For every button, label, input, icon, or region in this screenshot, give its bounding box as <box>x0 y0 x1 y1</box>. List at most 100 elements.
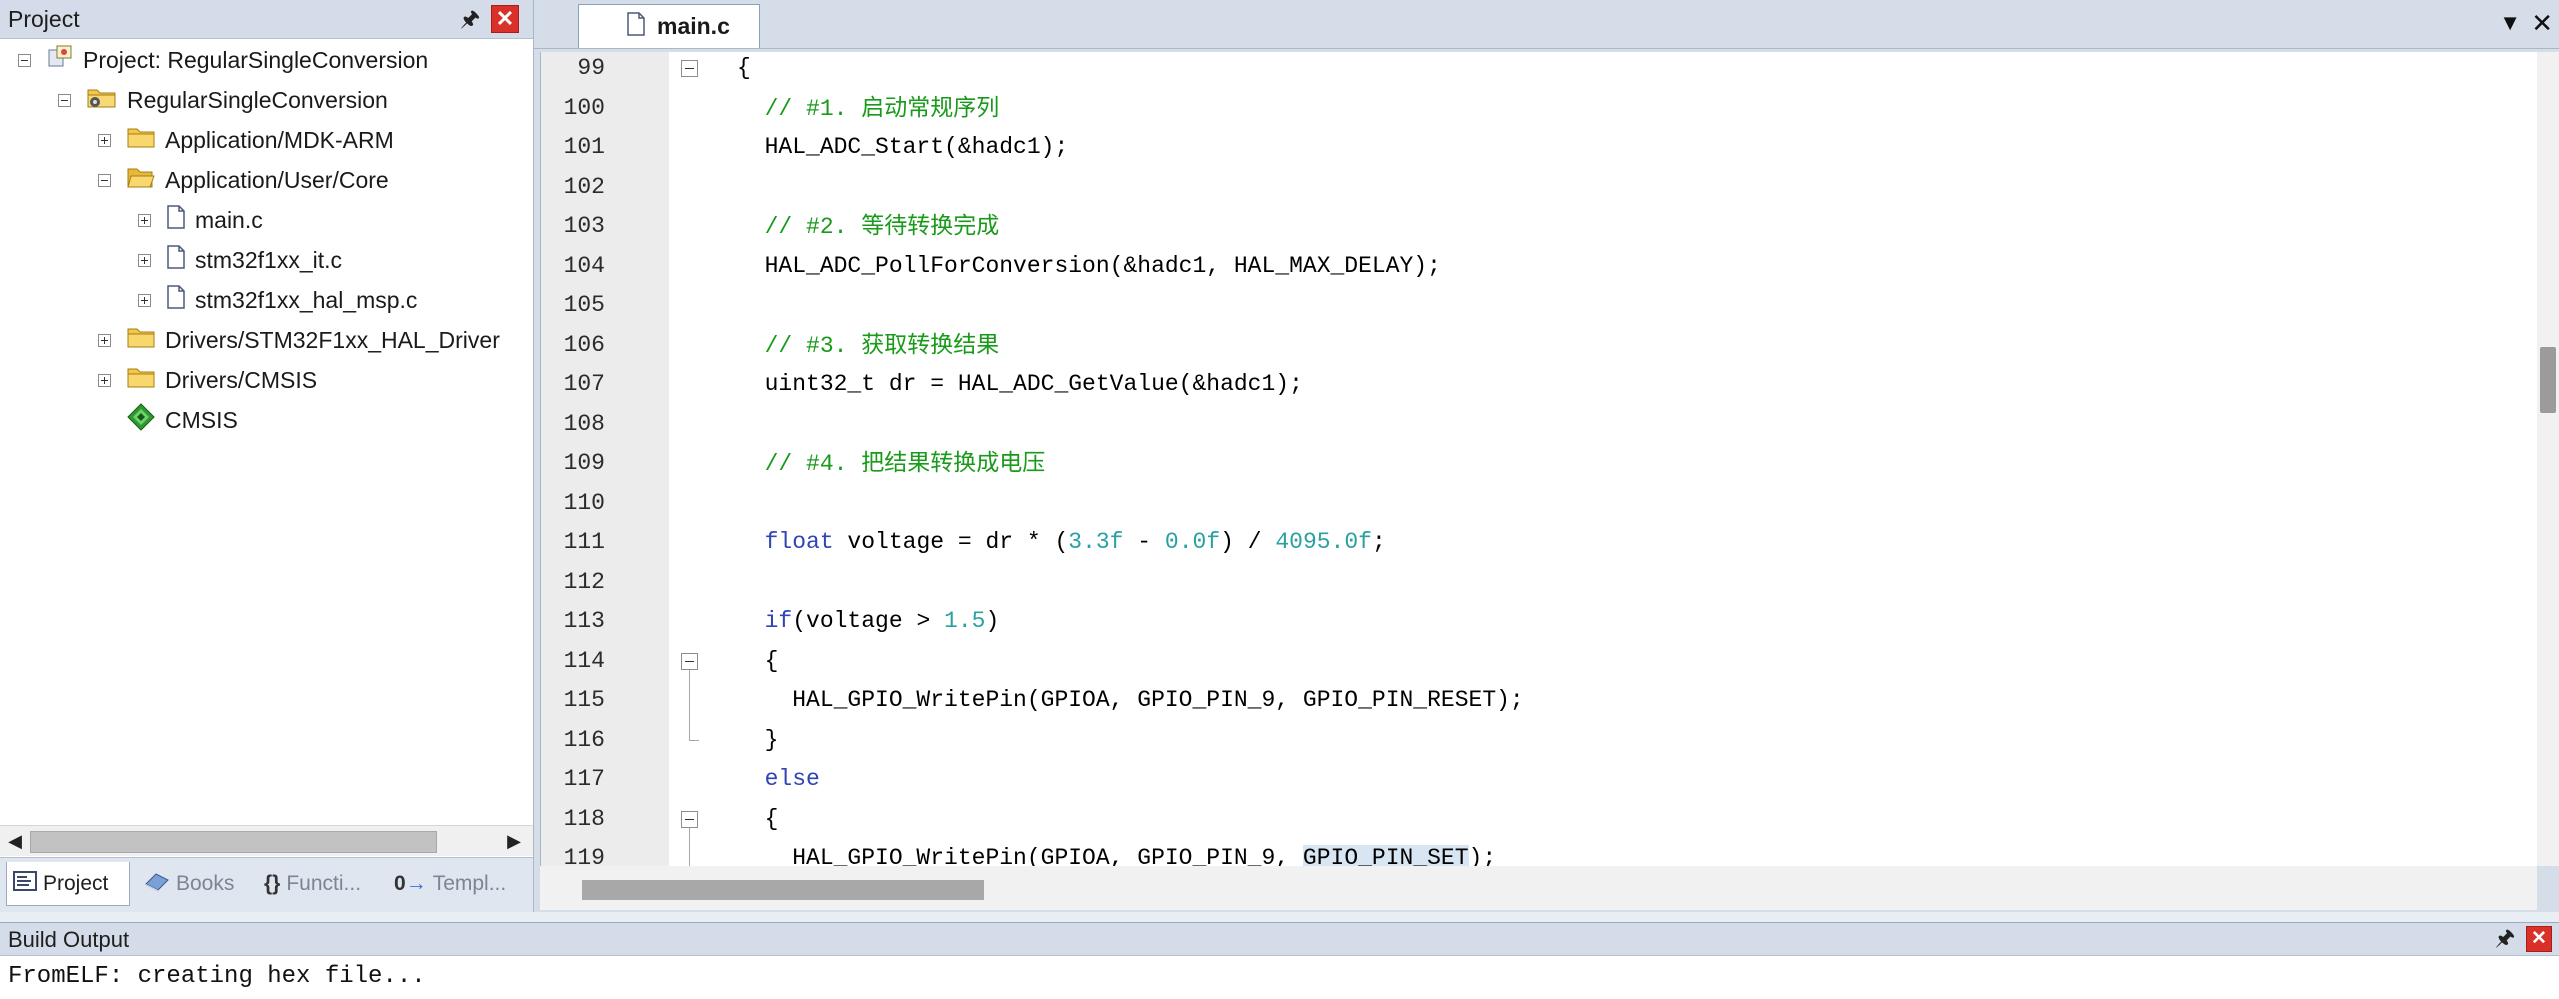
line-number: 116 <box>563 726 605 753</box>
file-icon <box>627 12 645 41</box>
close-icon[interactable]: ✕ <box>2526 926 2552 952</box>
code-line[interactable]: 113 if(voltage > 1.5) <box>541 605 2559 637</box>
code-line[interactable]: 108 <box>541 408 2559 440</box>
code-line[interactable]: 109 // #4. 把结果转换成电压 <box>541 447 2559 479</box>
code-line[interactable]: 115 HAL_GPIO_WritePin(GPIOA, GPIO_PIN_9,… <box>541 684 2559 716</box>
code-line[interactable]: 107 uint32_t dr = HAL_ADC_GetValue(&hadc… <box>541 368 2559 400</box>
code-line[interactable]: 99 { <box>541 52 2559 84</box>
line-number: 102 <box>563 173 605 200</box>
expand-icon[interactable] <box>98 333 111 347</box>
tree-item[interactable]: Application/MDK-ARM <box>98 120 394 160</box>
code-line[interactable]: 111 float voltage = dr * (3.3f - 0.0f) /… <box>541 526 2559 558</box>
file-icon <box>167 245 185 275</box>
line-number: 103 <box>563 213 605 239</box>
code-text: // #1. 启动常规序列 <box>737 94 1000 122</box>
project-horizontal-scrollbar[interactable]: ◀ ▶ <box>0 825 533 856</box>
editor-vertical-scrollbar[interactable] <box>2537 52 2559 866</box>
scrollbar-thumb[interactable] <box>30 831 437 853</box>
scrollbar-thumb[interactable] <box>2540 347 2556 413</box>
tree-item[interactable]: CMSIS <box>98 400 238 440</box>
fold-collapse-icon[interactable] <box>681 60 698 77</box>
line-number: 115 <box>563 687 605 713</box>
expand-icon[interactable] <box>138 213 151 227</box>
tree-item[interactable]: Drivers/CMSIS <box>98 360 317 400</box>
scrollbar-thumb[interactable] <box>582 880 984 900</box>
collapse-icon[interactable] <box>58 93 71 107</box>
tree-item-label: stm32f1xx_hal_msp.c <box>195 286 418 313</box>
code-text: { <box>737 647 779 674</box>
collapse-icon[interactable] <box>18 53 31 67</box>
tree-item[interactable]: main.c <box>138 200 263 240</box>
project-panel-title: Project <box>8 6 80 32</box>
expand-icon[interactable] <box>98 133 111 147</box>
build-output-title: Build Output <box>8 927 130 952</box>
folder-icon <box>127 366 155 394</box>
pin-icon[interactable]: 🖈︎ <box>459 6 481 32</box>
fold-collapse-icon[interactable] <box>681 810 698 828</box>
books-icon <box>144 870 170 898</box>
tab-templates[interactable]: 0→ Templ... <box>388 862 518 906</box>
fold-collapse-icon[interactable] <box>681 652 698 670</box>
code-line[interactable]: 110 <box>541 487 2559 519</box>
code-text: if(voltage > 1.5) <box>764 608 1000 634</box>
code-line[interactable]: 117 else <box>541 763 2559 795</box>
code-line[interactable]: 101 HAL_ADC_Start(&hadc1); <box>541 131 2559 163</box>
code-line[interactable]: 100 // #1. 启动常规序列 <box>541 92 2559 124</box>
tree-item[interactable]: stm32f1xx_hal_msp.c <box>138 280 417 320</box>
tree-item[interactable]: Drivers/STM32F1xx_HAL_Driver <box>98 320 500 360</box>
code-text: HAL_GPIO_WritePin(GPIOA, GPIO_PIN_9, GPI… <box>737 842 1496 866</box>
file-icon <box>167 285 185 315</box>
project-tree: Project: RegularSingleConversion RegularS… <box>0 40 533 823</box>
pin-icon[interactable]: 🖈︎ <box>2494 925 2516 951</box>
tab-functions[interactable]: {} Functi... <box>258 862 384 906</box>
tab-label: Books <box>176 872 235 895</box>
project-icon <box>47 44 73 76</box>
tab-project[interactable]: Project <box>6 862 130 906</box>
expand-icon[interactable] <box>98 373 111 387</box>
functions-icon: {} <box>264 872 281 895</box>
tree-item[interactable]: stm32f1xx_it.c <box>138 240 342 280</box>
editor-area: main.c ▼ ✕ 99 { 100 // #1. 启动常规序列 101 HAL_A… <box>534 0 2559 912</box>
close-icon[interactable]: ✕ <box>2531 8 2553 39</box>
code-line[interactable]: 119 HAL_GPIO_WritePin(GPIOA, GPIO_PIN_9,… <box>541 842 2559 866</box>
code-line[interactable]: 103 // #2. 等待转换完成 <box>541 210 2559 242</box>
line-number: 107 <box>563 371 605 397</box>
collapse-icon[interactable] <box>98 173 111 187</box>
code-text: HAL_ADC_PollForConversion(&hadc1, HAL_MA… <box>737 252 1441 279</box>
tree-item-label: main.c <box>195 206 263 233</box>
project-panel: Project 🖈︎ ✕ Project: RegularSingleConve… <box>0 0 534 912</box>
project-panel-header: Project 🖈︎ ✕ <box>0 0 533 39</box>
tree-item-label: stm32f1xx_it.c <box>195 246 342 273</box>
tree-item[interactable]: Application/User/Core <box>98 160 389 200</box>
code-editor[interactable]: 99 { 100 // #1. 启动常规序列 101 HAL_ADC_Start(&h… <box>540 52 2559 866</box>
code-line[interactable]: 114 { <box>541 645 2559 677</box>
tab-main-c[interactable]: main.c <box>578 4 760 48</box>
tree-item-label: Application/MDK-ARM <box>165 126 394 153</box>
project-tab-icon <box>13 870 37 897</box>
close-icon[interactable]: ✕ <box>491 5 519 33</box>
code-text: HAL_ADC_Start(&hadc1); <box>737 134 1069 160</box>
code-line[interactable]: 102 <box>541 171 2559 203</box>
code-line[interactable]: 105 <box>541 289 2559 321</box>
line-number: 119 <box>563 845 605 866</box>
code-line[interactable]: 112 <box>541 566 2559 598</box>
tree-item-label: Project: RegularSingleConversion <box>83 46 429 73</box>
code-line[interactable]: 116 } <box>541 724 2559 756</box>
line-number: 106 <box>563 331 605 358</box>
expand-icon[interactable] <box>138 253 151 267</box>
scroll-left-icon[interactable]: ◀ <box>2 826 28 856</box>
tree-item-label: Drivers/CMSIS <box>165 366 318 393</box>
build-output-panel: Build Output 🖈︎ ✕ FromELF: creating hex … <box>0 922 2559 999</box>
editor-horizontal-scrollbar[interactable] <box>540 866 2537 910</box>
code-line[interactable]: 118 { <box>541 803 2559 835</box>
code-line[interactable]: 106 // #3. 获取转换结果 <box>541 329 2559 361</box>
line-number: 118 <box>563 805 605 832</box>
code-line[interactable]: 104 HAL_ADC_PollForConversion(&hadc1, HA… <box>541 250 2559 282</box>
tree-item[interactable]: Project: RegularSingleConversion <box>18 40 428 80</box>
tree-item[interactable]: RegularSingleConversion <box>58 80 388 120</box>
scroll-right-icon[interactable]: ▶ <box>501 826 527 856</box>
tab-books[interactable]: Books <box>138 862 248 906</box>
expand-icon[interactable] <box>138 293 151 307</box>
code-text: { <box>737 55 751 81</box>
chevron-down-icon[interactable]: ▼ <box>2499 10 2521 36</box>
